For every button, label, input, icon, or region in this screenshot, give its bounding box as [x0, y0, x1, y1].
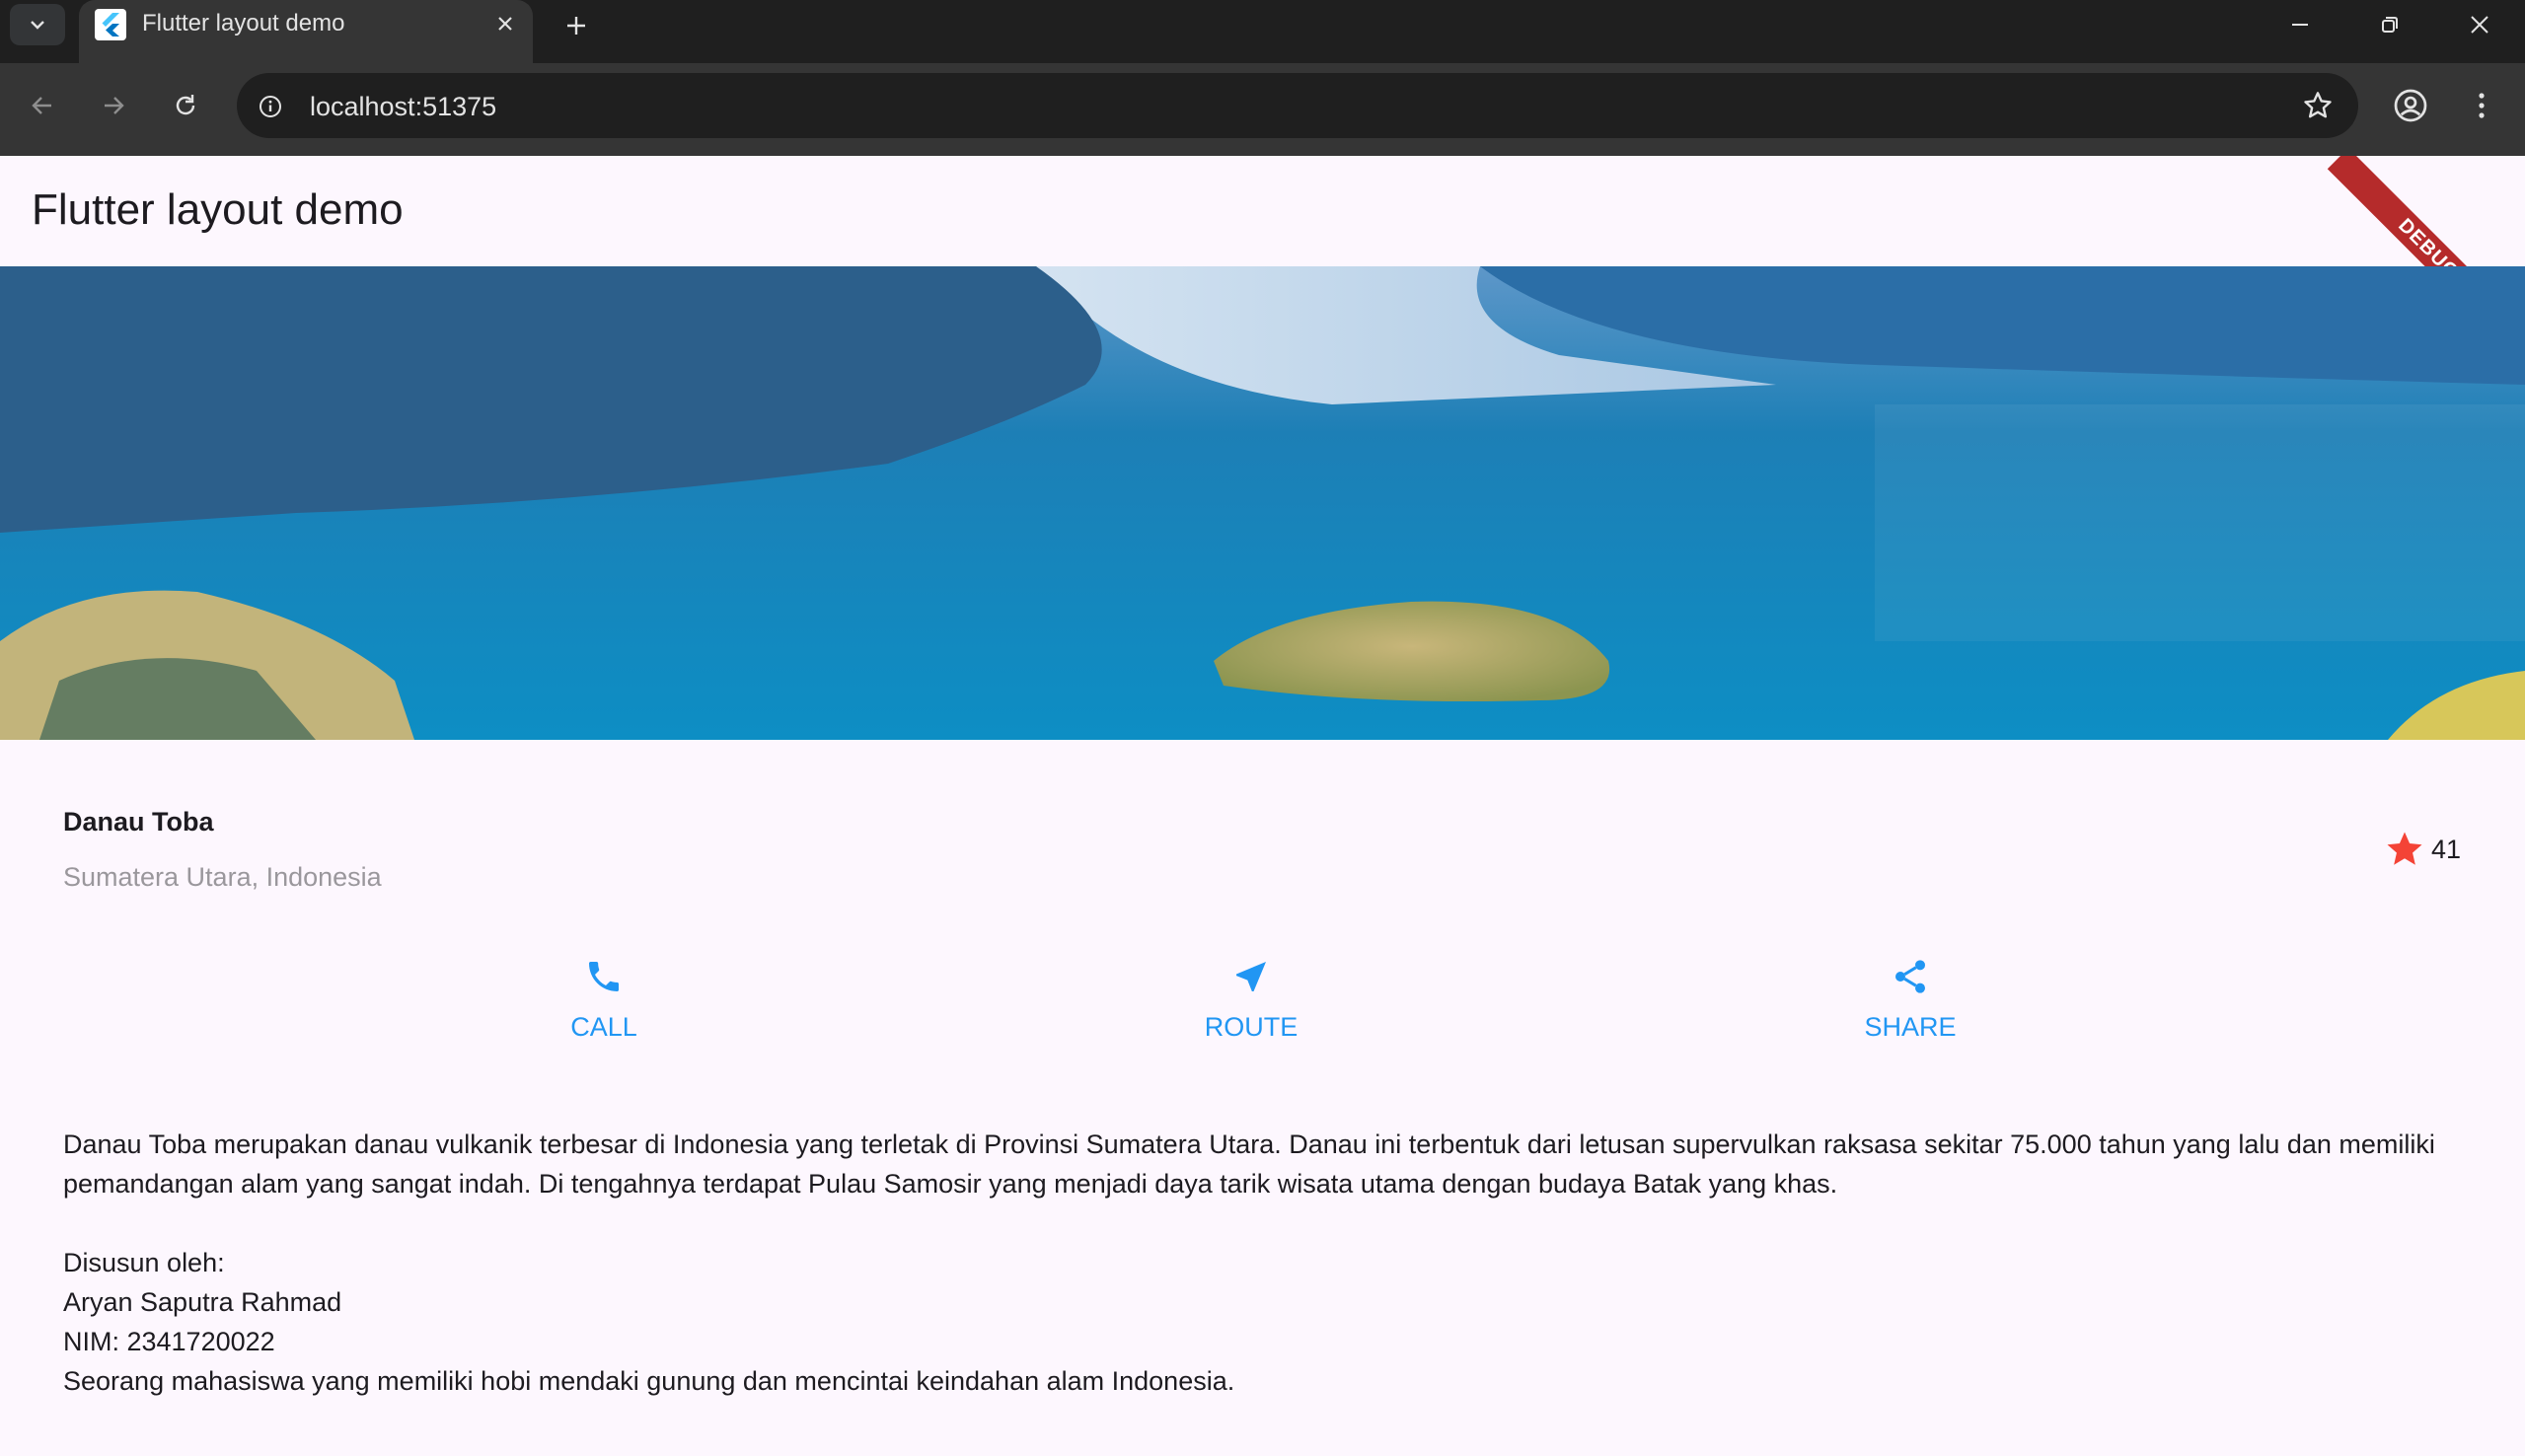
- back-button[interactable]: [18, 81, 67, 130]
- minimize-icon: [2292, 24, 2308, 26]
- url-text[interactable]: localhost:51375: [310, 92, 496, 122]
- place-region: Sumatera Utara, Indonesia: [63, 862, 382, 892]
- browser-menu-button[interactable]: [2462, 83, 2501, 128]
- address-bar[interactable]: localhost:51375: [237, 73, 2358, 138]
- arrow-right-icon: [105, 97, 124, 114]
- description-text: Danau Toba merupakan danau vulkanik terb…: [63, 1129, 2435, 1396]
- window-close-button[interactable]: [2434, 0, 2525, 49]
- app-bar: Flutter layout demo: [0, 156, 2525, 266]
- share-label: SHARE: [1864, 1012, 1957, 1042]
- page-title: Flutter layout demo: [32, 185, 404, 234]
- share-icon: [1895, 960, 1925, 993]
- route-label: ROUTE: [1204, 1012, 1299, 1042]
- chevron-down-icon: [31, 21, 44, 30]
- reload-button[interactable]: [161, 81, 210, 130]
- window-restore-button[interactable]: [2344, 0, 2435, 49]
- lake-photo: [0, 266, 2525, 740]
- info-icon: [260, 96, 281, 117]
- reload-icon: [176, 95, 195, 115]
- profile-button[interactable]: [2388, 83, 2433, 128]
- star-icon: [2387, 832, 2422, 865]
- call-label: CALL: [570, 1012, 637, 1042]
- restore-icon: [2382, 17, 2398, 33]
- phone-icon: [589, 962, 619, 991]
- route-button[interactable]: ROUTE: [1151, 957, 1348, 1065]
- star-outline-icon: [2304, 92, 2332, 118]
- account-circle-icon: [2394, 89, 2427, 122]
- forward-button[interactable]: [89, 81, 138, 130]
- window-minimize-button[interactable]: [2255, 0, 2345, 49]
- flutter-app: Flutter layout demo DEBUG Danau Toba Sum…: [0, 156, 2525, 1456]
- close-icon: [2471, 16, 2488, 34]
- new-tab-button[interactable]: [553, 4, 600, 47]
- plus-icon: [567, 17, 585, 35]
- near-me-icon: [1236, 962, 1266, 991]
- browser-tabstrip: Flutter layout demo: [0, 0, 2525, 63]
- site-info-button[interactable]: [251, 87, 290, 126]
- close-icon: [498, 17, 512, 31]
- place-name: Danau Toba: [63, 807, 214, 837]
- tab-title: Flutter layout demo: [142, 10, 345, 36]
- browser-tab[interactable]: Flutter layout demo: [79, 0, 533, 63]
- tab-search-button[interactable]: [10, 4, 65, 45]
- share-button[interactable]: SHARE: [1810, 957, 2007, 1065]
- rating-count: 41: [2431, 835, 2462, 864]
- favorite-rating[interactable]: 41: [2384, 829, 2463, 872]
- arrow-left-icon: [32, 97, 51, 114]
- flutter-logo-icon: [95, 9, 126, 40]
- browser-toolbar: localhost:51375: [0, 63, 2525, 156]
- bookmark-button[interactable]: [2297, 85, 2339, 126]
- call-button[interactable]: CALL: [503, 957, 701, 1065]
- tab-close-button[interactable]: [487, 6, 523, 41]
- more-vert-icon: [2479, 93, 2485, 118]
